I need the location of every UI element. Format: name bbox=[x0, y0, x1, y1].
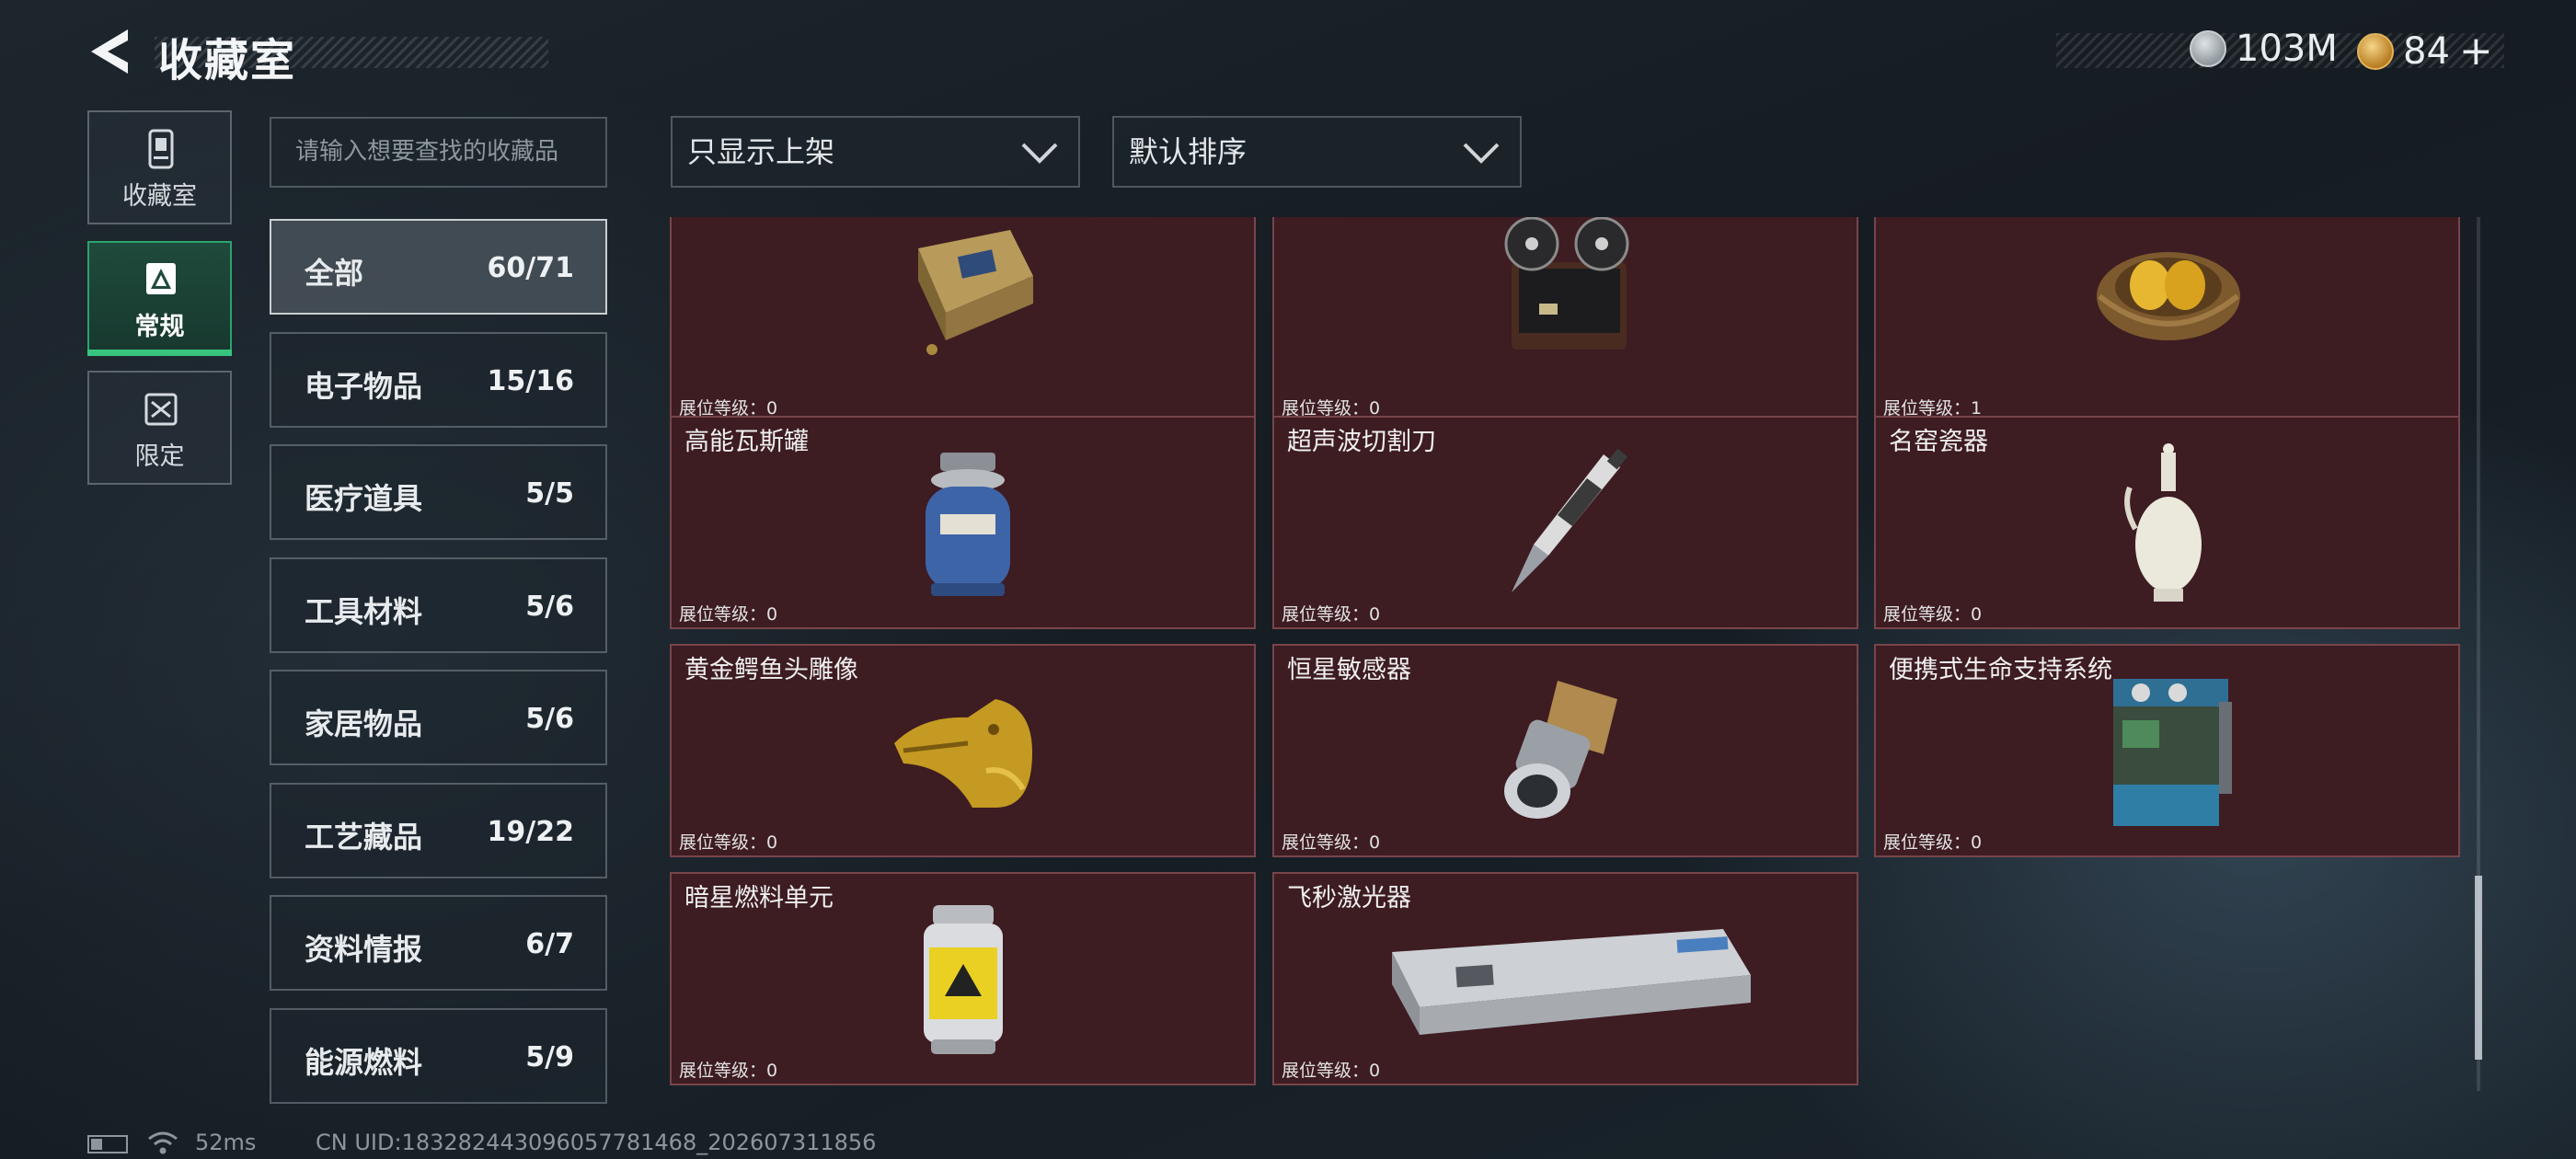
display-level: 展位等级：0 bbox=[1282, 604, 1381, 625]
side-tab-label: 限定 bbox=[134, 442, 185, 471]
collection-card[interactable]: 展位等级：1 bbox=[1874, 217, 2460, 423]
display-level: 展位等级：0 bbox=[1282, 1061, 1381, 1081]
collection-card[interactable]: 恒星敏感器 展位等级：0 bbox=[1272, 644, 1858, 857]
silver-amount: 103M bbox=[2236, 28, 2338, 70]
item-name: 恒星敏感器 bbox=[1287, 656, 1411, 684]
side-tab-collection[interactable]: 收藏室 bbox=[87, 110, 232, 224]
search-input[interactable]: 请输入想要查找的收藏品 bbox=[270, 117, 607, 188]
ultrasonic-cutter-icon bbox=[1512, 448, 1628, 592]
category-energy[interactable]: 能源燃料 5/9 bbox=[270, 1008, 607, 1104]
item-name: 便携式生命支持系统 bbox=[1889, 656, 2112, 684]
fuel-cell-icon bbox=[924, 905, 1003, 1054]
category-name: 工艺藏品 bbox=[305, 820, 423, 855]
ping-value: 52ms bbox=[195, 1130, 257, 1155]
electronic-module-icon bbox=[918, 230, 1033, 355]
collection-card[interactable]: 展位等级：0 bbox=[1272, 217, 1858, 423]
active-tab-indicator bbox=[87, 350, 232, 356]
display-filter-value: 只显示上架 bbox=[687, 134, 835, 169]
item-name: 超声波切割刀 bbox=[1287, 428, 1436, 456]
display-level: 展位等级：0 bbox=[679, 832, 778, 853]
category-count: 19/22 bbox=[487, 816, 574, 848]
category-household[interactable]: 家居物品 5/6 bbox=[270, 670, 607, 765]
star-sensor-icon bbox=[1504, 681, 1617, 819]
category-tools[interactable]: 工具材料 5/6 bbox=[270, 557, 607, 653]
sort-value: 默认排序 bbox=[1129, 134, 1248, 169]
collection-card[interactable]: 名窑瓷器 展位等级：0 bbox=[1874, 416, 2460, 629]
battery-icon bbox=[87, 1135, 128, 1153]
side-tab-limited[interactable]: 限定 bbox=[87, 371, 232, 485]
side-tab-label: 收藏室 bbox=[122, 182, 197, 211]
display-filter-dropdown[interactable]: 只显示上架 bbox=[671, 116, 1080, 188]
user-uid: CN UID:1832824430960577814​68_2026073118… bbox=[316, 1130, 877, 1155]
category-name: 能源燃料 bbox=[305, 1045, 423, 1080]
category-name: 资料情报 bbox=[305, 932, 423, 967]
page-title: 收藏室 bbox=[158, 35, 297, 86]
category-count: 6/7 bbox=[525, 928, 574, 960]
gas-canister-icon bbox=[926, 453, 1010, 596]
display-level: 展位等级：0 bbox=[1282, 832, 1381, 853]
reel-tape-recorder-icon bbox=[1504, 217, 1629, 350]
category-name: 医疗道具 bbox=[305, 481, 423, 516]
add-currency-button[interactable]: + bbox=[2459, 28, 2493, 75]
item-name: 飞秒激光器 bbox=[1287, 884, 1411, 912]
collection-grid: 展位等级：0 展位等级：0 展位等级：1 高能瓦斯罐 展位等级：0 超声波切割刀… bbox=[670, 217, 2464, 1091]
category-name: 家居物品 bbox=[305, 706, 423, 741]
limited-icon bbox=[144, 393, 178, 426]
category-count: 5/6 bbox=[525, 591, 574, 623]
category-name: 工具材料 bbox=[305, 594, 423, 629]
gold-currency[interactable]: 84 + bbox=[2357, 28, 2493, 75]
item-name: 暗星燃料单元 bbox=[684, 884, 834, 912]
side-tab-regular[interactable]: 常规 bbox=[87, 241, 232, 355]
category-name: 全部 bbox=[305, 256, 364, 291]
collection-card[interactable]: 超声波切割刀 展位等级：0 bbox=[1272, 416, 1858, 629]
category-electronics[interactable]: 电子物品 15/16 bbox=[270, 332, 607, 428]
collection-card[interactable]: 便携式生命支持系统 展位等级：0 bbox=[1874, 644, 2460, 857]
chevron-down-icon bbox=[1463, 143, 1500, 164]
category-count: 5/6 bbox=[525, 703, 574, 735]
collection-card[interactable]: 飞秒激光器 展位等级：0 bbox=[1272, 872, 1858, 1085]
collection-card[interactable]: 展位等级：0 bbox=[670, 217, 1256, 423]
regular-icon bbox=[146, 263, 176, 294]
femtosecond-laser-icon bbox=[1392, 929, 1751, 1035]
category-intel[interactable]: 资料情报 6/7 bbox=[270, 895, 607, 991]
display-level: 展位等级：0 bbox=[679, 604, 778, 625]
collection-card[interactable]: 高能瓦斯罐 展位等级：0 bbox=[670, 416, 1256, 629]
item-name: 名窑瓷器 bbox=[1889, 428, 1988, 456]
display-level: 展位等级：0 bbox=[1883, 832, 1983, 853]
category-count: 15/16 bbox=[487, 365, 574, 397]
gold-coin-icon bbox=[2357, 32, 2394, 70]
display-level: 展位等级：0 bbox=[679, 1061, 778, 1081]
back-arrow-icon bbox=[91, 29, 128, 74]
side-tab-label: 常规 bbox=[134, 313, 185, 341]
wifi-icon bbox=[148, 1131, 178, 1154]
category-crafts[interactable]: 工艺藏品 19/22 bbox=[270, 783, 607, 878]
category-count: 60/71 bbox=[487, 252, 574, 284]
back-button[interactable] bbox=[87, 28, 133, 75]
item-name: 高能瓦斯罐 bbox=[684, 428, 809, 456]
category-name: 电子物品 bbox=[305, 369, 423, 404]
item-name: 黄金鳄鱼头雕像 bbox=[684, 656, 858, 684]
collection-card[interactable]: 黄金鳄鱼头雕像 展位等级：0 bbox=[670, 644, 1256, 857]
life-support-system-icon bbox=[2113, 679, 2232, 826]
chevron-down-icon bbox=[1021, 143, 1058, 164]
golden-eggs-nest-icon bbox=[2097, 252, 2240, 340]
scrollbar-thumb[interactable] bbox=[2475, 876, 2482, 1060]
category-count: 5/9 bbox=[525, 1041, 574, 1073]
sort-dropdown[interactable]: 默认排序 bbox=[1112, 116, 1522, 188]
category-medical[interactable]: 医疗道具 5/5 bbox=[270, 444, 607, 540]
gold-amount: 84 bbox=[2403, 29, 2450, 73]
golden-crocodile-statue-icon bbox=[894, 699, 1032, 808]
silver-currency[interactable]: 103M bbox=[2190, 28, 2338, 70]
silver-coin-icon bbox=[2190, 30, 2226, 67]
display-level: 展位等级：0 bbox=[1883, 604, 1983, 625]
category-count: 5/5 bbox=[525, 477, 574, 510]
category-all[interactable]: 全部 60/71 bbox=[270, 219, 607, 315]
collection-icon bbox=[148, 129, 174, 169]
collection-card[interactable]: 暗星燃料单元 展位等级：0 bbox=[670, 872, 1256, 1085]
porcelain-vase-icon bbox=[2124, 443, 2202, 602]
